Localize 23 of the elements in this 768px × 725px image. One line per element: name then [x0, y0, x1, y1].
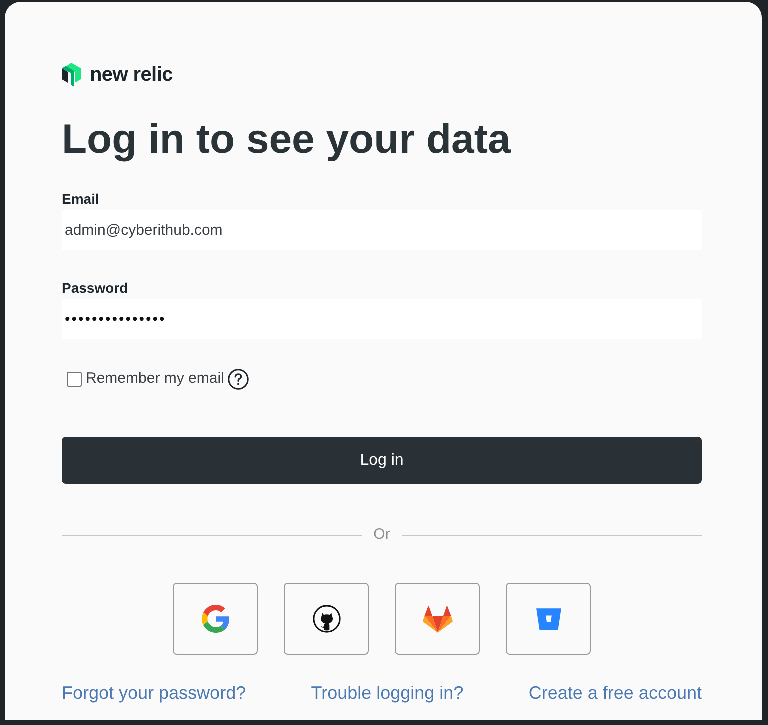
bitbucket-login-button[interactable]: [506, 583, 591, 655]
remember-checkbox[interactable]: [67, 372, 82, 386]
google-login-button[interactable]: [173, 583, 258, 655]
fox-head-icon: [422, 606, 452, 632]
divider-label: Or: [372, 525, 392, 545]
github-login-button[interactable]: [284, 583, 369, 655]
help-icon[interactable]: [228, 368, 250, 390]
remember-label: Remember my email: [86, 369, 224, 389]
field-label: Email: [62, 190, 100, 208]
page-heading: Log in to see your data: [62, 115, 511, 163]
google-icon: [202, 605, 230, 633]
footer-link[interactable]: Forgot your password?: [62, 682, 246, 704]
gitlab-login-button[interactable]: [395, 583, 480, 655]
password-field[interactable]: •••••••••••••••: [62, 299, 702, 339]
field-label: Password: [62, 279, 128, 297]
cat-silhouette-icon: [312, 605, 340, 633]
footer-link[interactable]: Create a free account: [528, 682, 702, 704]
login-button[interactable]: Log in: [62, 437, 702, 484]
footer-link[interactable]: Trouble logging in?: [311, 682, 464, 704]
bucket-icon: [536, 608, 562, 630]
brand-name: new relic: [90, 63, 173, 87]
logo-icon: [62, 63, 81, 87]
email-field[interactable]: admin@cyberithub.com: [62, 210, 702, 250]
